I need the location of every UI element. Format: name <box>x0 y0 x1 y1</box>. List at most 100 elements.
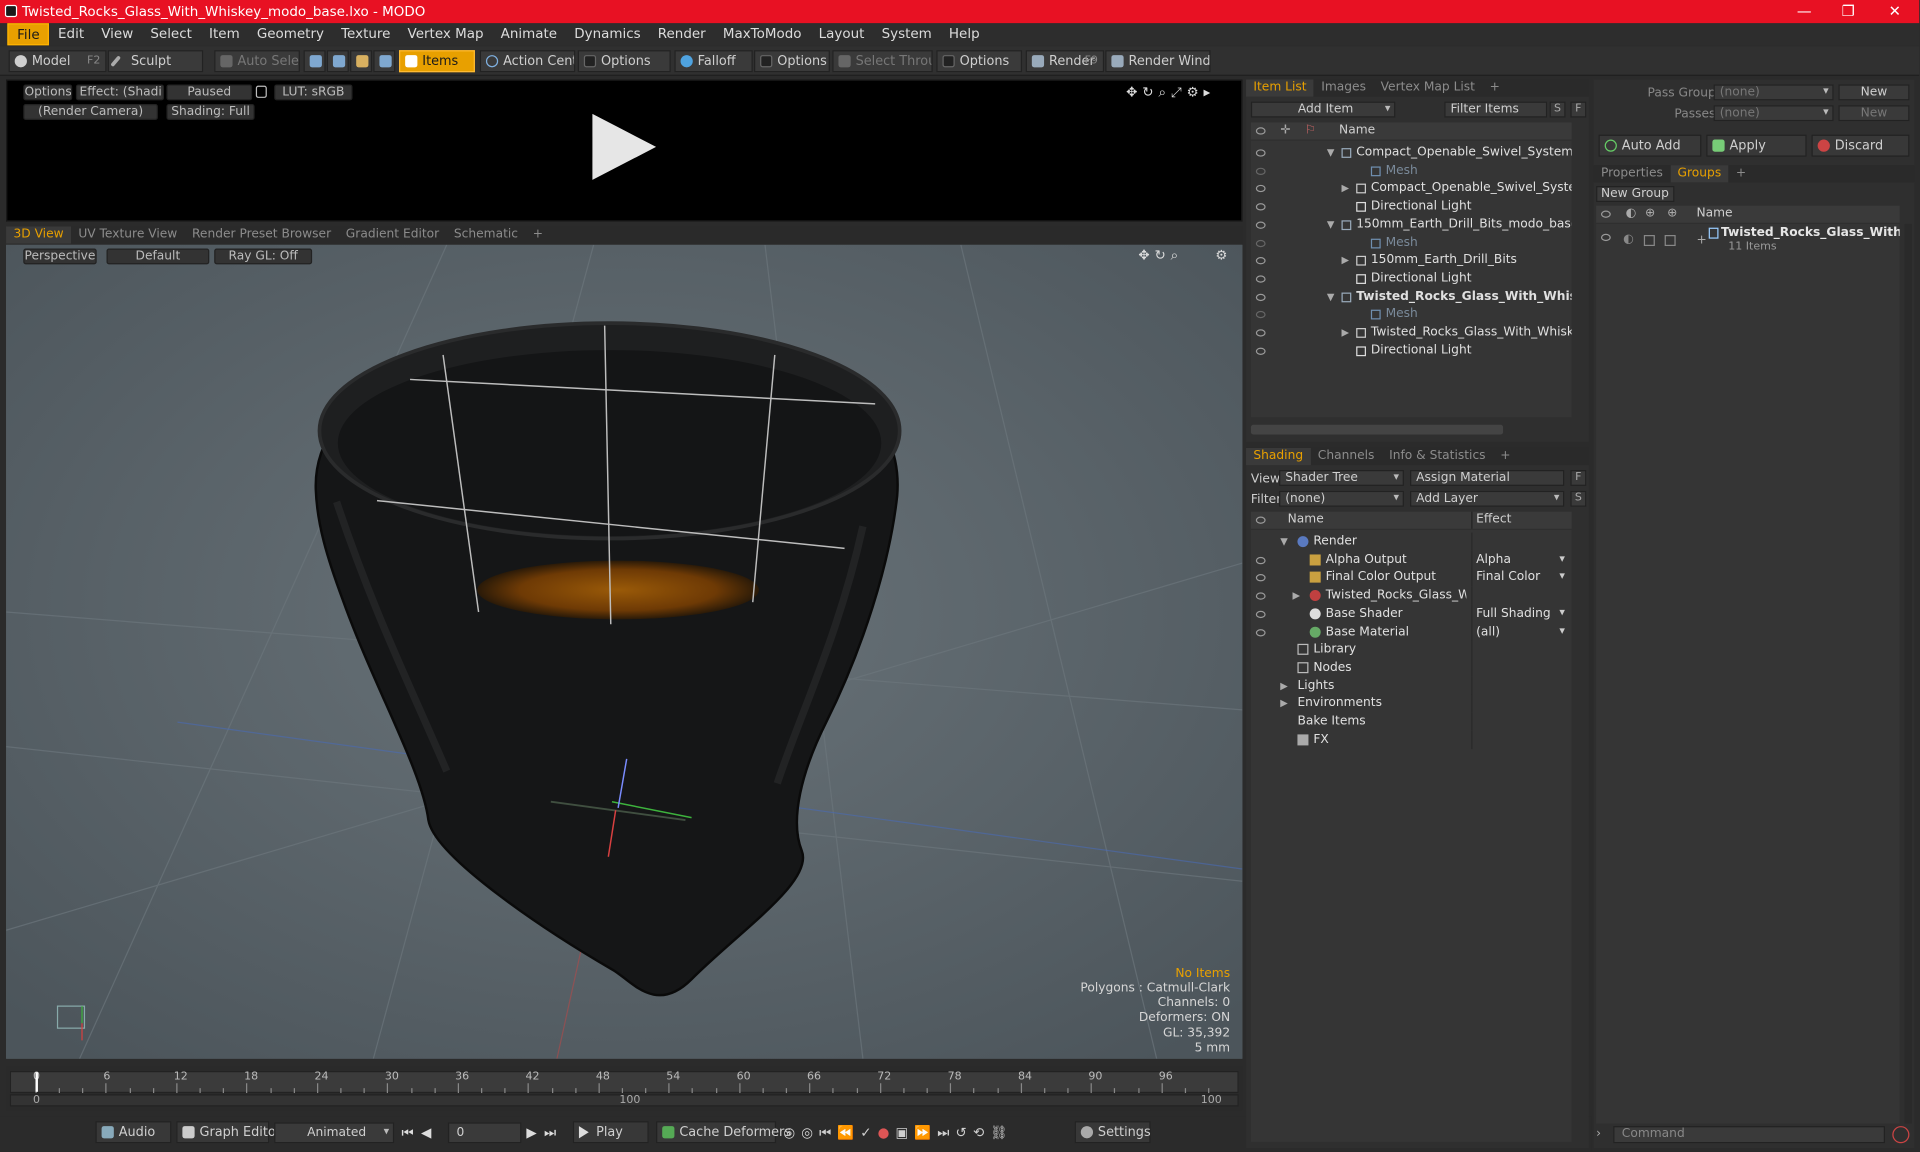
pass-groups-dropdown[interactable]: (none) <box>1713 84 1834 101</box>
tab-vertex-map-list[interactable]: Vertex Map List <box>1373 80 1482 97</box>
menu-edit[interactable]: Edit <box>49 23 92 45</box>
group-row[interactable]: ◐ + Twisted_Rocks_Glass_With_... 11 Item… <box>1596 226 1900 255</box>
jump-next-icon[interactable]: ⏩ <box>914 1125 937 1141</box>
key-all-icon[interactable]: ◎ <box>801 1125 819 1141</box>
add-item-dropdown[interactable]: Add Item <box>1250 101 1396 118</box>
add-layer-dropdown[interactable]: Add Layer <box>1410 490 1565 507</box>
filter-items-field[interactable]: Filter Items <box>1444 101 1548 118</box>
settings-button[interactable]: Settings <box>1074 1121 1151 1144</box>
tab-schematic[interactable]: Schematic <box>447 226 526 243</box>
visibility-eye-icon[interactable] <box>1255 185 1266 193</box>
audio-button[interactable]: Audio <box>95 1121 172 1144</box>
collapse-arrow-icon[interactable]: ▼ <box>1280 532 1288 550</box>
rotate-icon[interactable]: ↻ <box>1154 247 1170 263</box>
filter-dropdown[interactable]: (none) <box>1279 490 1404 507</box>
options-button-1[interactable]: Options <box>577 50 671 73</box>
arrow-right-icon[interactable]: ▸ <box>1204 84 1216 100</box>
expand-plus-icon[interactable]: + <box>1696 231 1706 249</box>
minimize-icon[interactable]: — <box>1782 0 1826 23</box>
frame-field[interactable]: 0 <box>447 1122 522 1144</box>
cache-deformers-button[interactable]: Cache Deformers <box>656 1121 791 1144</box>
paused-button[interactable]: Paused <box>166 84 253 101</box>
visibility-eye-icon[interactable] <box>1255 221 1266 229</box>
shading-s-button[interactable]: S <box>1570 490 1587 507</box>
new-pass-group-button[interactable]: New <box>1838 84 1910 101</box>
add-tab-icon[interactable]: + <box>525 226 550 243</box>
item-list-hscroll[interactable] <box>1250 424 1504 435</box>
3d-viewport[interactable]: Perspective Default Ray GL: Off ✥↻⌕ ⚙ No… <box>6 244 1243 1059</box>
auto-select-button[interactable]: Auto Select <box>214 50 300 73</box>
jump-end-icon[interactable]: ⏭ <box>937 1125 955 1141</box>
step-back-icon[interactable]: ◀ <box>421 1125 439 1141</box>
falloff-button[interactable]: Falloff <box>674 50 753 73</box>
playhead[interactable] <box>35 1072 38 1092</box>
item-list-row[interactable]: Mesh <box>1251 233 1572 251</box>
expand-arrow-icon[interactable]: ▶ <box>1342 323 1350 341</box>
tab-3d-view[interactable]: 3D View <box>6 226 71 244</box>
item-list-row[interactable]: ▶ 150mm_Earth_Drill_Bits <box>1251 251 1572 269</box>
item-list-row[interactable]: ▼ Twisted_Rocks_Glass_With_Whis ... <box>1251 287 1572 305</box>
restore-icon[interactable]: ❐ <box>1826 0 1870 23</box>
edges-mode-button[interactable] <box>326 50 349 73</box>
shader-tree-row[interactable]: ▶ Environments <box>1251 694 1572 713</box>
lock-icon[interactable] <box>255 85 267 98</box>
polygons-mode-button[interactable] <box>350 50 373 73</box>
maximize-icon[interactable]: ⤢ <box>1171 84 1187 100</box>
visibility-eye-icon[interactable] <box>1255 610 1266 618</box>
animated-dropdown[interactable]: Animated <box>274 1122 395 1144</box>
tab-uv-texture-view[interactable]: UV Texture View <box>71 226 185 243</box>
shading-dropdown[interactable]: Shading: Full <box>166 104 255 120</box>
tab-item-list[interactable]: Item List <box>1246 79 1314 97</box>
menu-animate[interactable]: Animate <box>492 23 566 45</box>
effect-dropdown[interactable]: Effect: (Shadi... <box>75 84 165 101</box>
collapse-arrow-icon[interactable]: ▼ <box>1327 143 1335 161</box>
step-forward-icon[interactable]: ▶ <box>526 1125 544 1141</box>
tab-info-statistics[interactable]: Info & Statistics <box>1382 448 1493 465</box>
filter-s-button[interactable]: S <box>1549 101 1566 118</box>
tab-groups[interactable]: Groups <box>1670 165 1729 183</box>
tab-images[interactable]: Images <box>1314 80 1373 97</box>
record-icon[interactable]: ● <box>878 1125 896 1141</box>
tab-render-preset-browser[interactable]: Render Preset Browser <box>185 226 339 243</box>
visibility-eye-icon[interactable] <box>1255 149 1266 157</box>
item-list-row[interactable]: Directional Light <box>1251 269 1572 287</box>
visibility-eye-icon[interactable] <box>1255 239 1266 247</box>
render-window-button[interactable]: Render Window <box>1105 50 1211 73</box>
visibility-eye-icon[interactable] <box>1255 311 1266 319</box>
item-list-row[interactable]: Mesh <box>1251 161 1572 179</box>
tab-gradient-editor[interactable]: Gradient Editor <box>338 226 446 243</box>
tab-shading[interactable]: Shading <box>1246 447 1311 466</box>
apply-button[interactable]: Apply <box>1706 134 1807 157</box>
menu-file[interactable]: File <box>7 23 50 46</box>
tab-properties[interactable]: Properties <box>1594 165 1671 182</box>
materials-mode-button[interactable] <box>373 50 396 73</box>
gear-icon[interactable]: ⚙ <box>1187 84 1204 100</box>
item-list-row[interactable]: ▼ 150mm_Earth_Drill_Bits_modo_base.lxo <box>1251 215 1572 233</box>
menu-item[interactable]: Item <box>200 23 248 45</box>
sculpt-button[interactable]: Sculpt <box>107 50 204 73</box>
command-input[interactable]: Command <box>1613 1126 1885 1144</box>
passes-dropdown[interactable]: (none) <box>1713 105 1834 122</box>
item-list-row[interactable]: Directional Light <box>1251 197 1572 215</box>
play-icon[interactable] <box>592 113 657 180</box>
shader-tree-row[interactable]: ▶ Twisted_Rocks_Glass_With... <box>1251 586 1572 605</box>
expand-arrow-icon[interactable]: ▶ <box>1342 179 1350 197</box>
lock-toggle[interactable] <box>1643 235 1655 247</box>
shader-tree-row[interactable]: ▶ Lights <box>1251 676 1572 695</box>
add-tab-icon[interactable]: + <box>1493 448 1518 465</box>
menu-maxtomodo[interactable]: MaxToModo <box>714 23 810 45</box>
collapse-arrow-icon[interactable]: ▼ <box>1327 215 1335 233</box>
shader-tree-row[interactable]: Bake Items <box>1251 712 1572 731</box>
shader-tree-row[interactable]: Base Shader Full Shading ▾ <box>1251 604 1572 623</box>
item-list-row[interactable]: Directional Light <box>1251 341 1572 359</box>
link-icon[interactable]: ⛓ <box>990 1125 1013 1141</box>
render-toggle-icon[interactable]: ◐ <box>1623 230 1634 248</box>
menu-geometry[interactable]: Geometry <box>248 23 332 45</box>
render-options-button[interactable]: Options <box>23 84 73 101</box>
shader-tree-row[interactable]: ▼ Render <box>1251 532 1572 551</box>
auto-key-icon[interactable]: ▣ <box>896 1125 915 1141</box>
visibility-eye-icon[interactable] <box>1255 275 1266 283</box>
tab-channels[interactable]: Channels <box>1310 448 1381 465</box>
groups-vscroll[interactable] <box>1904 223 1912 1124</box>
chevron-down-icon[interactable]: ▾ <box>1559 550 1565 568</box>
